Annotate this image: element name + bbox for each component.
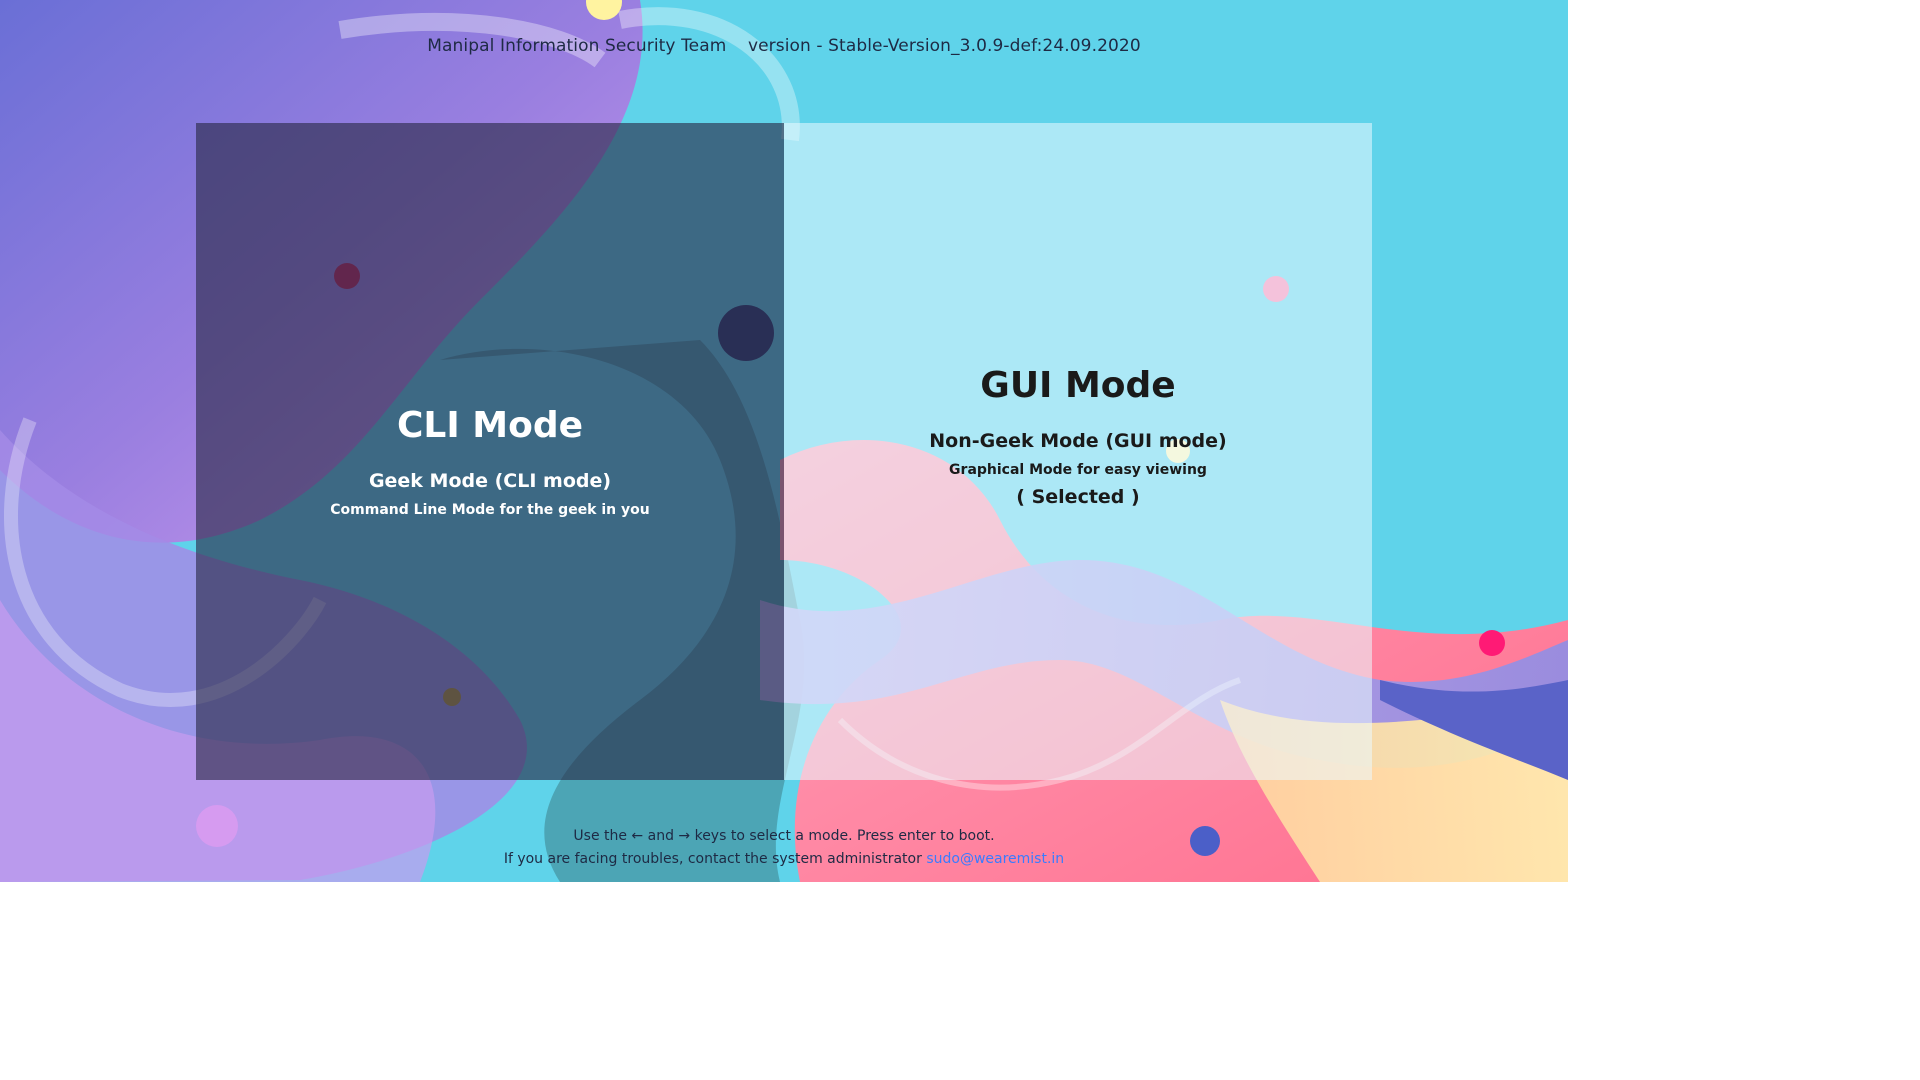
footer-instructions: Use the ← and → keys to select a mode. P… <box>573 828 995 844</box>
cli-mode-title: CLI Mode <box>396 405 584 446</box>
admin-email-link[interactable]: sudo@wearemist.in <box>926 851 1064 867</box>
boot-screen: Manipal Information Security Team versio… <box>0 0 1568 882</box>
cli-mode-content: CLI Mode Geek Mode (CLI mode) Command Li… <box>330 405 649 518</box>
gui-mode-subtitle: Non-Geek Mode (GUI mode) <box>929 430 1227 452</box>
gui-mode-content: GUI Mode Non-Geek Mode (GUI mode) Graphi… <box>929 365 1226 508</box>
version-label: version - Stable-Version_3.0.9-def:24.09… <box>747 36 1141 56</box>
gui-mode-panel[interactable]: GUI Mode Non-Geek Mode (GUI mode) Graphi… <box>784 123 1372 780</box>
cli-mode-description: Command Line Mode for the geek in you <box>330 502 650 518</box>
footer-contact: If you are facing troubles, contact the … <box>0 848 1568 871</box>
cli-mode-panel[interactable]: CLI Mode Geek Mode (CLI mode) Command Li… <box>196 123 784 780</box>
header: Manipal Information Security Team versio… <box>0 36 1568 56</box>
gui-mode-title: GUI Mode <box>980 365 1176 406</box>
team-name: Manipal Information Security Team <box>427 36 727 56</box>
cli-mode-subtitle: Geek Mode (CLI mode) <box>368 470 612 492</box>
selected-indicator: ( Selected ) <box>1016 486 1140 508</box>
gui-mode-description: Graphical Mode for easy viewing <box>949 462 1207 478</box>
footer-contact-text: If you are facing troubles, contact the … <box>503 851 922 867</box>
footer: Use the ← and → keys to select a mode. P… <box>0 825 1568 871</box>
